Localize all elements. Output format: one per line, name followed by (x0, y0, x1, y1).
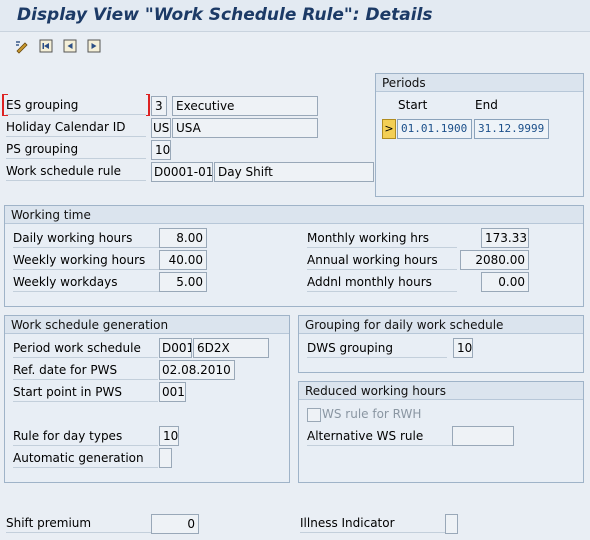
grouping-daily-heading: Grouping for daily work schedule (299, 316, 583, 334)
shift-premium-value: 0 (151, 514, 199, 534)
work-schedule-rule-label: Work schedule rule (6, 161, 146, 181)
period-end-date: 31.12.9999 (474, 119, 549, 139)
monthly-hrs-label: Monthly working hrs (307, 228, 457, 248)
periods-heading: Periods (376, 74, 583, 92)
alt-ws-rule-field[interactable] (452, 426, 514, 446)
start-point-label: Start point in PWS (13, 382, 158, 402)
ws-generation-group: Work schedule generation Period work sch… (4, 315, 290, 483)
monthly-hrs-value: 173.33 (481, 228, 529, 248)
ws-rule-rwh-label: WS rule for RWH (322, 407, 422, 421)
periods-start-label: Start (398, 98, 428, 112)
ref-date-label: Ref. date for PWS (13, 360, 158, 380)
ps-grouping-label: PS grouping (6, 139, 146, 159)
alt-ws-rule-label: Alternative WS rule (307, 426, 452, 446)
dws-grouping-value: 10 (453, 338, 473, 358)
dws-grouping-label: DWS grouping (307, 338, 447, 358)
holiday-calendar-label: Holiday Calendar ID (6, 117, 146, 137)
ws-rule-rwh-checkbox[interactable] (307, 408, 321, 422)
work-schedule-rule-code[interactable]: D0001-01 (151, 162, 213, 182)
ws-generation-heading: Work schedule generation (5, 316, 289, 334)
annual-hours-label: Annual working hours (307, 250, 457, 270)
weekly-workdays-label: Weekly workdays (13, 272, 163, 292)
previous-entry-icon[interactable] (61, 37, 79, 55)
working-time-heading: Working time (5, 206, 583, 224)
rule-day-types-label: Rule for day types (13, 426, 158, 446)
annual-hours-value: 2080.00 (460, 250, 529, 270)
first-entry-icon[interactable] (37, 37, 55, 55)
ps-grouping-code[interactable]: 10 (151, 140, 171, 160)
illness-indicator-label: Illness Indicator (300, 513, 446, 533)
grouping-daily-group: Grouping for daily work schedule DWS gro… (298, 315, 584, 373)
periods-end-label: End (475, 98, 498, 112)
window-title: Display View "Work Schedule Rule": Detai… (17, 5, 433, 25)
automatic-generation-checkbox[interactable] (159, 448, 172, 468)
addnl-monthly-value: 0.00 (481, 272, 529, 292)
weekly-hours-label: Weekly working hours (13, 250, 163, 270)
rule-day-types-value: 10 (159, 426, 179, 446)
reduced-hours-group: Reduced working hours WS rule for RWH Al… (298, 381, 584, 483)
holiday-calendar-code[interactable]: US (151, 118, 171, 138)
next-entry-icon[interactable] (85, 37, 103, 55)
holiday-calendar-text: USA (172, 118, 318, 138)
addnl-monthly-label: Addnl monthly hours (307, 272, 457, 292)
illness-indicator-checkbox[interactable] (445, 514, 458, 534)
es-grouping-text: Executive (172, 96, 318, 116)
shift-premium-label: Shift premium (6, 513, 151, 533)
reduced-hours-heading: Reduced working hours (299, 382, 583, 400)
period-ws-label: Period work schedule (13, 338, 158, 358)
periods-group: Periods Start End > 01.01.1900 31.12.999… (375, 73, 584, 197)
ref-date-value: 02.08.2010 (159, 360, 235, 380)
start-point-value: 001 (159, 382, 186, 402)
daily-hours-label: Daily working hours (13, 228, 163, 248)
es-grouping-label: ES grouping (6, 95, 146, 115)
period-start-date: 01.01.1900 (397, 119, 472, 139)
working-time-group: Working time Daily working hours 8.00 We… (4, 205, 584, 307)
period-ws-text: 6D2X (193, 338, 269, 358)
row-select-button[interactable]: > (382, 119, 396, 139)
required-marker (146, 94, 150, 116)
automatic-generation-label: Automatic generation (13, 448, 158, 468)
display-change-icon[interactable] (13, 37, 31, 55)
work-schedule-rule-text: Day Shift (214, 162, 374, 182)
es-grouping-code[interactable]: 3 (151, 96, 167, 116)
weekly-workdays-value: 5.00 (159, 272, 207, 292)
weekly-hours-value: 40.00 (159, 250, 207, 270)
period-ws-code[interactable]: D001 (159, 338, 192, 358)
daily-hours-value: 8.00 (159, 228, 207, 248)
